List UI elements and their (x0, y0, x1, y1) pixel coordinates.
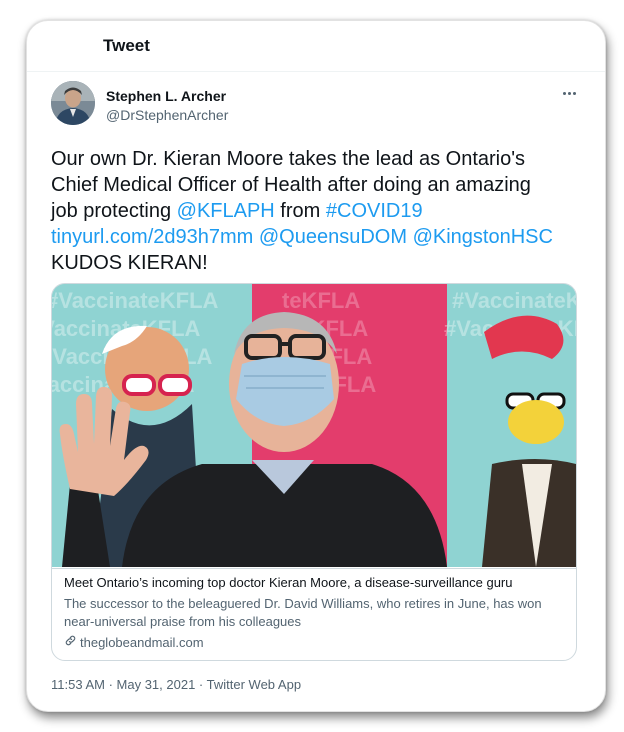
author-handle[interactable]: @DrStephenArcher (106, 107, 228, 123)
mention-queensudom[interactable]: @QueensuDOM (259, 226, 407, 248)
avatar[interactable] (51, 81, 95, 125)
tweet-timestamp: 11:53 AM · May 31, 2021 · Twitter Web Ap… (51, 677, 301, 692)
meta-separator: · (195, 677, 207, 692)
link-icon (64, 634, 77, 650)
tweet-line: job protecting @KFLAPH from #COVID19 (51, 198, 587, 224)
page-title: Tweet (103, 36, 150, 55)
page-header: Tweet (27, 21, 605, 72)
tweet-source[interactable]: Twitter Web App (207, 677, 301, 692)
mention-kflaph[interactable]: @KFLAPH (177, 200, 275, 222)
more-icon[interactable] (557, 85, 581, 101)
tweet-text: Our own Dr. Kieran Moore takes the lead … (51, 146, 587, 276)
svg-text:teKFLA: teKFLA (282, 288, 360, 313)
tweet-line: KUDOS KIERAN! (51, 252, 208, 274)
mention-kingstonhsc[interactable]: @KingstonHSC (413, 226, 553, 248)
tweet-frame: Tweet Stephen L. Archer @DrStephenArcher… (26, 20, 606, 712)
tweet-text-segment: job protecting (51, 200, 177, 222)
tweet-line: Chief Medical Officer of Health after do… (51, 174, 531, 196)
hashtag-covid19[interactable]: #COVID19 (326, 200, 423, 222)
image-watermark: #VaccinateKFLA (452, 288, 576, 313)
tinyurl-link[interactable]: tinyurl.com/2d93h7mm (51, 226, 253, 248)
author-name[interactable]: Stephen L. Archer (106, 88, 226, 104)
image-watermark: #VaccinateKFLA (52, 288, 219, 313)
card-domain-text: theglobeandmail.com (80, 634, 204, 650)
card-domain[interactable]: theglobeandmail.com (64, 634, 204, 650)
card-image[interactable]: #VaccinateKFLA #VaccinateKFLA #Vaccinate… (52, 284, 576, 567)
meta-separator: · (104, 677, 117, 692)
tweet-date[interactable]: May 31, 2021 (117, 677, 196, 692)
card-description: The successor to the beleaguered Dr. Dav… (64, 596, 542, 629)
tweet-text-segment: from (274, 200, 326, 222)
link-preview-card[interactable]: #VaccinateKFLA #VaccinateKFLA #Vaccinate… (51, 283, 577, 661)
card-text[interactable]: Meet Ontario’s incoming top doctor Kiera… (52, 568, 576, 660)
tweet-line: Our own Dr. Kieran Moore takes the lead … (51, 148, 526, 170)
tweet-line: tinyurl.com/2d93h7mm @QueensuDOM @Kingst… (51, 224, 587, 250)
tweet-time[interactable]: 11:53 AM (51, 677, 105, 692)
card-title[interactable]: Meet Ontario’s incoming top doctor Kiera… (64, 575, 513, 590)
